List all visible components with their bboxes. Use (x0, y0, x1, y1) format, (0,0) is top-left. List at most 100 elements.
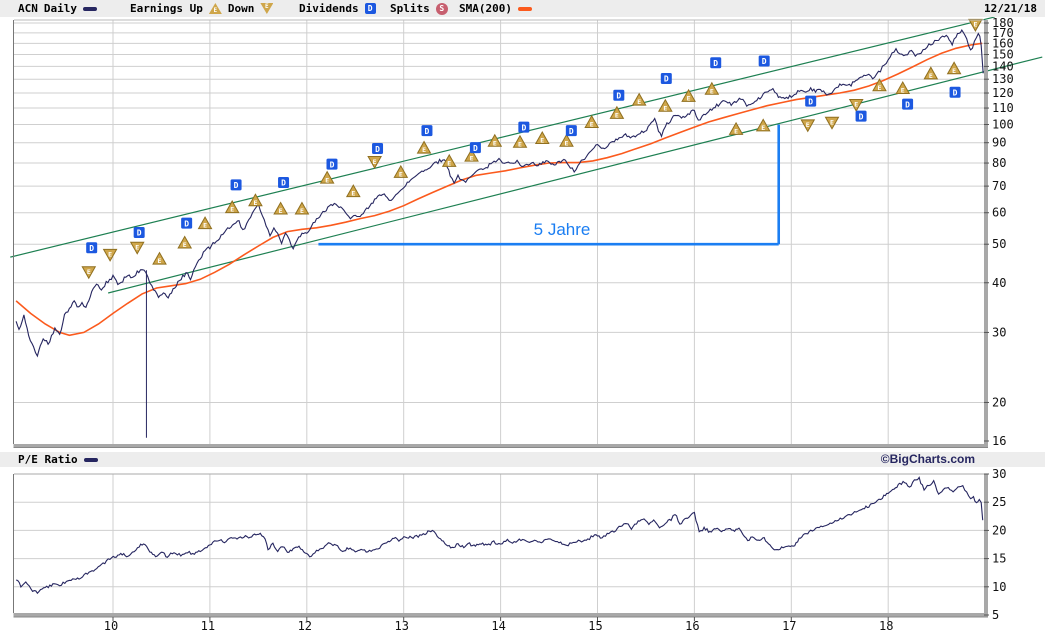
svg-text:D: D (473, 144, 478, 153)
svg-text:80: 80 (992, 156, 1006, 170)
earnings-down-label: Down (227, 2, 255, 15)
svg-text:E: E (203, 222, 207, 230)
bigcharts-copyright: ©BigCharts.com (880, 452, 975, 466)
legend-bar: ACN Daily Earnings Up E Down E Dividends… (0, 0, 1045, 17)
svg-text:17: 17 (782, 619, 796, 633)
svg-text:11: 11 (201, 619, 215, 633)
svg-text:90: 90 (992, 136, 1006, 150)
svg-text:E: E (734, 127, 738, 135)
sma-legend-group: SMA(200) (459, 0, 532, 17)
svg-text:E: E (901, 87, 905, 95)
svg-text:E: E (183, 241, 187, 249)
symbol-label: ACN (18, 2, 38, 15)
svg-text:E: E (806, 121, 810, 129)
svg-text:25: 25 (992, 495, 1006, 509)
svg-text:E: E (325, 176, 329, 184)
earnings-up-icon: E (208, 3, 222, 14)
svg-text:E: E (470, 154, 474, 162)
svg-text:E: E (710, 87, 714, 95)
svg-text:E: E (493, 139, 497, 147)
svg-text:40: 40 (992, 276, 1006, 290)
svg-text:E: E (300, 207, 304, 215)
pe-ratio-chart[interactable]: 30 25 20 15 10 5 10 11 12 13 14 15 16 17 18 (0, 466, 1045, 635)
svg-text:130: 130 (992, 72, 1014, 86)
pe-header-bar: P/E Ratio ©BigCharts.com (0, 452, 1045, 467)
svg-text:D: D (569, 127, 574, 136)
svg-text:D: D (234, 181, 239, 190)
svg-text:E: E (590, 121, 594, 129)
svg-text:D: D (808, 97, 813, 106)
svg-text:E: E (447, 160, 451, 168)
sma-swatch (517, 6, 532, 11)
svg-text:16: 16 (992, 434, 1006, 448)
svg-text:10: 10 (104, 619, 118, 633)
svg-text:D: D (762, 57, 767, 66)
svg-text:E: E (422, 146, 426, 154)
svg-text:60: 60 (992, 206, 1006, 220)
pe-title-group: P/E Ratio (18, 452, 98, 467)
dividend-icon: D (364, 3, 376, 14)
svg-text:D: D (713, 59, 718, 68)
svg-text:20: 20 (992, 395, 1006, 409)
svg-text:30: 30 (992, 325, 1006, 339)
splits-label: Splits (390, 2, 430, 15)
svg-text:E: E (351, 190, 355, 198)
svg-text:E: E (663, 104, 667, 112)
svg-text:30: 30 (992, 467, 1006, 481)
svg-text:E: E (158, 257, 162, 265)
svg-text:E: E (565, 139, 569, 147)
svg-text:D: D (137, 229, 142, 238)
svg-text:D: D (89, 244, 94, 253)
svg-text:16: 16 (685, 619, 699, 633)
pe-ratio-label: P/E Ratio (18, 453, 78, 466)
earnings-legend-group: Earnings Up E Down E (130, 0, 274, 17)
earnings-down-icon: E (260, 3, 274, 14)
annotation-label: 5 Jahre (533, 220, 591, 239)
svg-text:15: 15 (992, 552, 1006, 566)
dividends-label: Dividends (299, 2, 359, 15)
svg-text:E: E (108, 251, 112, 259)
svg-text:E: E (761, 124, 765, 132)
earnings-up-label: Earnings Up (130, 2, 203, 15)
svg-text:D: D (330, 160, 335, 169)
svg-text:E: E (854, 101, 858, 109)
svg-text:D: D (375, 145, 380, 154)
splits-legend-group: Splits S (390, 0, 448, 17)
svg-text:D: D (664, 75, 669, 84)
svg-text:E: E (518, 140, 522, 148)
price-series-swatch (83, 6, 97, 11)
svg-text:E: E (878, 84, 882, 92)
svg-text:120: 120 (992, 86, 1014, 100)
svg-text:E: E (830, 119, 834, 127)
svg-text:D: D (859, 112, 864, 121)
sma-label: SMA(200) (459, 2, 512, 15)
svg-text:E: E (615, 111, 619, 119)
bigcharts-screen: ACN Daily Earnings Up E Down E Dividends… (0, 0, 1045, 635)
svg-text:E: E (540, 137, 544, 145)
svg-text:50: 50 (992, 237, 1006, 251)
timeframe-label: Daily (43, 2, 77, 15)
svg-text:100: 100 (992, 118, 1014, 132)
dividends-legend-group: Dividends D (299, 0, 376, 17)
pe-series-swatch (83, 457, 98, 462)
svg-text:20: 20 (992, 523, 1006, 537)
svg-text:E: E (253, 199, 257, 207)
svg-text:70: 70 (992, 179, 1006, 193)
svg-text:D: D (425, 127, 430, 136)
svg-text:13: 13 (394, 619, 408, 633)
svg-text:10: 10 (992, 580, 1006, 594)
svg-text:D: D (953, 89, 958, 98)
symbol-group: ACN Daily (18, 0, 97, 17)
svg-text:12: 12 (298, 619, 312, 633)
svg-text:E: E (973, 21, 977, 29)
svg-text:E: E (135, 244, 139, 252)
svg-text:D: D (616, 91, 621, 100)
svg-text:14: 14 (491, 619, 505, 633)
split-icon: S (435, 2, 448, 15)
svg-text:E: E (279, 207, 283, 215)
svg-text:E: E (637, 98, 641, 106)
last-date-label: 12/21/18 (984, 2, 1037, 15)
svg-text:5: 5 (992, 608, 999, 622)
svg-text:D: D (281, 179, 286, 188)
svg-text:15: 15 (588, 619, 602, 633)
